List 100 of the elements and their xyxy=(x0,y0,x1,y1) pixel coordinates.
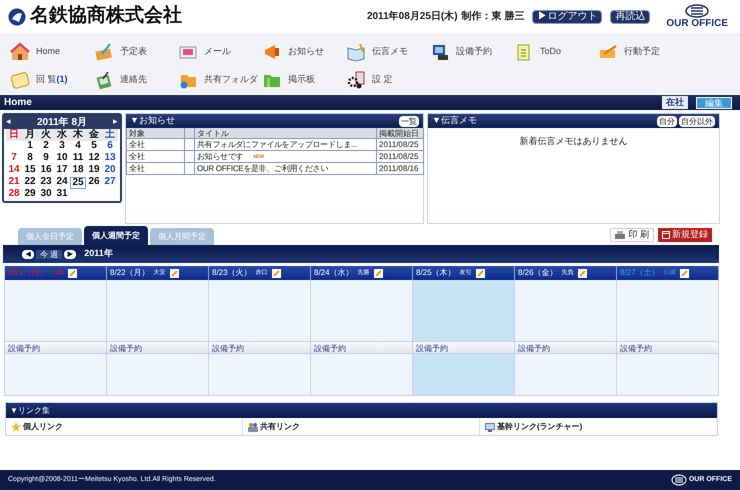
calendar-day[interactable]: 24 xyxy=(54,177,70,189)
calendar-day[interactable]: 23 xyxy=(38,177,54,189)
calendar-day[interactable]: 5 xyxy=(86,141,102,153)
memo-icon[interactable] xyxy=(68,268,77,278)
calendar-day[interactable]: 1 xyxy=(22,141,38,153)
schedule-tab[interactable]: 個人週間予定 xyxy=(84,226,148,245)
day-date: 8/24（水） xyxy=(314,267,354,279)
day-cell[interactable] xyxy=(5,354,107,396)
day-cell[interactable] xyxy=(515,280,617,341)
day-cell[interactable] xyxy=(515,354,617,396)
panel-button[interactable]: 自分以外 xyxy=(679,116,715,126)
calendar-day[interactable]: 27 xyxy=(102,177,118,189)
memo-icon[interactable] xyxy=(578,268,587,278)
previous-month-button[interactable]: ◂ xyxy=(6,115,11,129)
memo-icon[interactable] xyxy=(272,268,281,278)
calendar-day[interactable]: 19 xyxy=(86,165,102,177)
calendar-day[interactable]: 8 xyxy=(22,153,38,165)
calendar-day[interactable]: 7 xyxy=(6,153,22,165)
calendar-day[interactable]: 14 xyxy=(6,165,22,177)
memo-icon[interactable] xyxy=(476,268,485,278)
nav-item[interactable]: 共有フォルダ xyxy=(178,66,262,94)
calendar-day[interactable]: 31 xyxy=(54,189,70,201)
calendar-day[interactable]: 12 xyxy=(86,153,102,165)
facility-header: 設備予約 xyxy=(515,341,617,354)
nav-item[interactable]: 予定表 xyxy=(94,38,178,66)
computer-icon xyxy=(430,42,450,62)
calendar-day[interactable]: 3 xyxy=(54,141,70,153)
link-item[interactable]: 共有リンク xyxy=(260,420,300,432)
calendar-day[interactable]: 20 xyxy=(102,165,118,177)
weekday-label: 土 xyxy=(104,129,116,141)
calendar-day[interactable]: 4 xyxy=(70,141,86,153)
calendar-day[interactable]: 16 xyxy=(38,165,54,177)
memo-icon[interactable] xyxy=(170,268,179,278)
calendar-day[interactable]: 22 xyxy=(22,177,38,189)
day-date: 8/25（木） xyxy=(416,267,456,279)
nav-item[interactable]: 設 定 xyxy=(346,66,430,94)
nav-item[interactable]: メール xyxy=(178,38,262,66)
nav-item[interactable]: ToDo xyxy=(514,38,598,66)
panel-button[interactable]: 自分 xyxy=(657,116,677,126)
calendar-day[interactable]: 11 xyxy=(70,153,86,165)
calendar-day[interactable]: 21 xyxy=(6,177,22,189)
empty-message: 新着伝言メモはありません xyxy=(520,136,628,146)
nav-item[interactable]: 連絡先 xyxy=(94,66,178,94)
calendar-day[interactable]: 30 xyxy=(38,189,54,201)
memo-icon[interactable] xyxy=(374,268,383,278)
calendar-day[interactable]: 29 xyxy=(22,189,38,201)
panel-title: ▼お知らせ xyxy=(130,114,175,128)
this-week-button[interactable]: 今 週 xyxy=(36,250,62,258)
calendar-day[interactable]: 9 xyxy=(38,153,54,165)
day-cell[interactable] xyxy=(617,354,719,396)
panel-button[interactable]: 一覧 xyxy=(399,116,419,126)
calendar-day[interactable]: 25 xyxy=(70,177,86,189)
calendar-day[interactable]: 15 xyxy=(22,165,38,177)
next-month-button[interactable]: ▸ xyxy=(112,115,118,129)
notice-link[interactable]: 共有フォルダにファイルをアップロードしま... xyxy=(197,138,357,150)
facility-header: 設備予約 xyxy=(5,341,107,354)
nav-item[interactable]: 設備予約 xyxy=(430,38,514,66)
link-item[interactable]: 基幹リンク(ランチャー) xyxy=(497,420,582,432)
logo-text: OUR OFFICE xyxy=(666,18,728,29)
nav-item[interactable]: 掲示板 xyxy=(262,66,346,94)
day-cell[interactable] xyxy=(311,280,413,341)
header-button[interactable]: 再読込 xyxy=(610,10,650,24)
day-cell[interactable] xyxy=(107,280,209,341)
day-cell[interactable] xyxy=(413,354,515,396)
table-cell: 全社 xyxy=(127,139,185,151)
nav-item[interactable]: 回 覧(1) xyxy=(10,66,94,94)
day-cell[interactable] xyxy=(209,354,311,396)
status-badge: 在社 xyxy=(662,96,688,109)
print-button[interactable]: 印 刷 xyxy=(610,228,654,242)
calendar-day[interactable]: 13 xyxy=(102,153,118,165)
calendar-day[interactable]: 28 xyxy=(6,189,22,201)
day-cell[interactable] xyxy=(413,280,515,341)
header-button[interactable]: ▶ログアウト xyxy=(532,10,602,24)
facility-header: 設備予約 xyxy=(209,341,311,354)
notice-link[interactable]: OUR OFFICEを是非、ご利用ください xyxy=(197,162,328,174)
nav-item[interactable]: 伝言メモ xyxy=(346,38,430,66)
link-item[interactable]: 個人リンク xyxy=(23,420,63,432)
day-cell[interactable] xyxy=(209,280,311,341)
memo-icon[interactable] xyxy=(680,268,689,278)
printer-icon xyxy=(615,230,626,240)
notice-link[interactable]: お知らせです xyxy=(197,150,244,162)
column-header: 対象 xyxy=(127,128,185,139)
day-cell[interactable] xyxy=(107,354,209,396)
day-cell[interactable] xyxy=(617,280,719,341)
day-cell[interactable] xyxy=(311,354,413,396)
calendar-day[interactable]: 10 xyxy=(54,153,70,165)
nav-item[interactable]: Home xyxy=(10,38,94,66)
column-header: 掲載開始日 xyxy=(377,128,424,139)
calendar-day[interactable]: 6 xyxy=(102,141,118,153)
table-cell xyxy=(185,128,195,139)
calendar-day[interactable]: 26 xyxy=(86,177,102,189)
calendar-day[interactable]: 18 xyxy=(70,165,86,177)
new-entry-button[interactable]: 新規登録 xyxy=(658,228,712,242)
calendar-day[interactable]: 17 xyxy=(54,165,70,177)
weekday-label: 水 xyxy=(56,129,68,141)
calendar-day[interactable]: 2 xyxy=(38,141,54,153)
day-cell[interactable] xyxy=(5,280,107,341)
nav-item[interactable]: 行動予定 xyxy=(598,38,682,66)
nav-item[interactable]: お知らせ xyxy=(262,38,346,66)
calendar-icon xyxy=(662,231,670,239)
